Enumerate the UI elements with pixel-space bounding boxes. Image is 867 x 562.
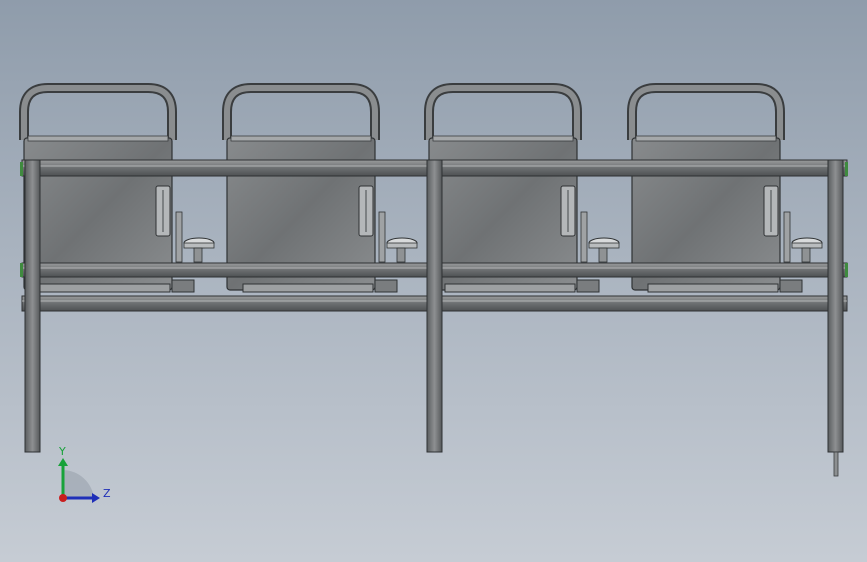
seat-bottom-bracket bbox=[647, 283, 779, 293]
seat-handle bbox=[627, 83, 785, 140]
leg-middle bbox=[426, 159, 443, 453]
leg-left bbox=[24, 159, 41, 453]
end-cap-right-top bbox=[845, 162, 848, 176]
cad-viewport[interactable]: Y Z bbox=[0, 0, 867, 562]
leg-right bbox=[827, 159, 844, 453]
seat-bottom-bracket bbox=[39, 283, 171, 293]
seat-group bbox=[19, 83, 823, 293]
y-axis-label: Y bbox=[58, 445, 66, 458]
seat-bottom-bracket bbox=[444, 283, 576, 293]
seat-1 bbox=[19, 83, 215, 293]
seat-2 bbox=[222, 83, 418, 293]
seat-handle bbox=[222, 83, 380, 140]
seat-4 bbox=[627, 83, 823, 293]
end-cap-left-top bbox=[20, 162, 23, 176]
z-axis-arrow bbox=[92, 493, 100, 503]
leg-right-foot bbox=[833, 451, 839, 477]
z-axis-label: Z bbox=[103, 487, 111, 500]
triad-arc bbox=[63, 470, 94, 500]
bench-model-view: Y Z bbox=[19, 83, 848, 503]
seat-handle bbox=[19, 83, 177, 140]
end-cap-left-mid bbox=[20, 263, 23, 277]
seat-3 bbox=[424, 83, 620, 293]
seat-handle bbox=[424, 83, 582, 140]
axis-triad: Y Z bbox=[58, 445, 111, 503]
end-cap-right-mid bbox=[845, 263, 848, 277]
seat-bottom-bracket bbox=[242, 283, 374, 293]
y-axis-arrow bbox=[58, 458, 68, 466]
x-axis-dot bbox=[59, 494, 67, 502]
